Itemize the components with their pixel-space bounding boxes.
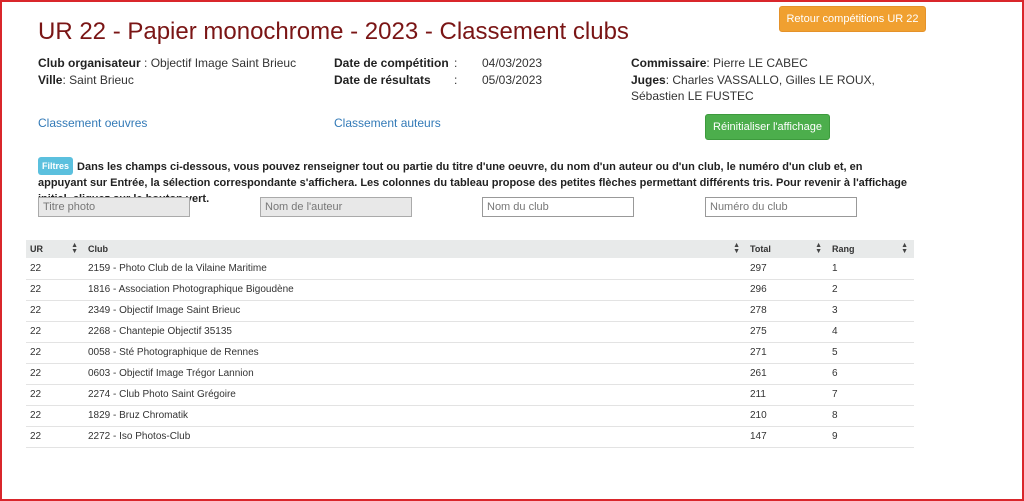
nom-club-input[interactable] [482, 197, 634, 217]
date-res-colon: : [454, 72, 458, 87]
cell-total: 297 [750, 262, 767, 274]
club-label: Club organisateur [38, 56, 141, 70]
table-row: 22 1816 - Association Photographique Bigo… [26, 279, 914, 300]
sort-icon[interactable]: ▲ ▼ [901, 242, 908, 255]
cell-ur: 22 [30, 410, 42, 421]
cell-total: 296 [750, 284, 767, 295]
col-header-total[interactable]: Total ▲ ▼ [746, 240, 828, 258]
col-header-ur[interactable]: UR ▲ ▼ [26, 240, 84, 258]
cell-club: 0603 - Objectif Image Trégor Lannion [88, 368, 254, 379]
cell-club: 1816 - Association Photographique Bigoud… [88, 284, 294, 295]
date-res-label: Date de résultats [334, 72, 431, 87]
cell-rang: 5 [832, 347, 838, 358]
classement-auteurs-link[interactable]: Classement auteurs [334, 116, 441, 130]
dates-values: 04/03/2023 05/03/2023 [482, 55, 542, 88]
cell-ur: 22 [30, 389, 42, 400]
col-header-club[interactable]: Club ▲ ▼ [84, 240, 746, 258]
cell-rang: 3 [832, 305, 838, 316]
cell-club: 2268 - Chantepie Objectif 35135 [88, 326, 232, 337]
cell-total: 147 [750, 431, 767, 442]
cell-rang: 7 [832, 389, 838, 400]
table-row: 22 1829 - Bruz Chromatik 210 8 [26, 405, 914, 426]
juges-label: Juges [631, 72, 666, 87]
table-header-row: UR ▲ ▼ Club ▲ ▼ Total ▲ ▼ Rang ▲ ▼ [26, 240, 914, 258]
cell-club: 2159 - Photo Club de la Vilaine Maritime [88, 262, 267, 274]
cell-ur: 22 [30, 305, 42, 316]
cell-total: 271 [750, 347, 767, 358]
table-row: 22 0603 - Objectif Image Trégor Lannion 26… [26, 363, 914, 384]
titre-photo-input[interactable] [38, 197, 190, 217]
commissaire-label: Commissaire [631, 56, 707, 70]
nom-auteur-input[interactable] [260, 197, 412, 217]
cell-club: 2272 - Iso Photos-Club [88, 431, 191, 442]
table-row: 22 0058 - Sté Photographique de Rennes 271… [26, 342, 914, 363]
cell-total: 211 [750, 389, 766, 400]
numero-club-input[interactable] [705, 197, 857, 217]
page-title: UR 22 - Papier monochrome - 2023 - Class… [38, 18, 629, 45]
date-res-value: 05/03/2023 [482, 72, 543, 87]
col-header-rang[interactable]: Rang ▲ ▼ [828, 240, 914, 258]
date-comp-label: Date de compétition [334, 56, 449, 70]
date-comp-colon: : [454, 56, 458, 70]
table-row: 22 2349 - Objectif Image Saint Brieuc 278 3 [26, 300, 914, 321]
cell-ur: 22 [30, 326, 42, 337]
date-comp-value: 04/03/2023 [482, 56, 543, 70]
table-row: 22 2268 - Chantepie Objectif 35135 275 4 [26, 321, 914, 342]
cell-club: 0058 - Sté Photographique de Rennes [88, 347, 259, 358]
clubs-ranking-table: UR ▲ ▼ Club ▲ ▼ Total ▲ ▼ Rang ▲ ▼ 22 2159 - Phot… [26, 240, 914, 448]
cell-ur: 22 [30, 347, 42, 358]
cell-rang: 6 [832, 368, 838, 379]
cell-rang: 4 [832, 326, 838, 337]
cell-rang: 1 [832, 262, 838, 274]
sort-icon[interactable]: ▲ ▼ [733, 242, 740, 255]
back-competitions-button[interactable]: Retour compétitions UR 22 [779, 6, 926, 32]
cell-total: 210 [750, 410, 767, 421]
club-value: : Objectif Image Saint Brieuc [144, 56, 297, 70]
cell-total: 261 [750, 368, 767, 379]
filters-badge: Filtres [38, 157, 74, 175]
commissaire-value: : Pierre LE CABEC [706, 56, 808, 70]
sort-icon[interactable]: ▲ ▼ [815, 242, 822, 255]
cell-total: 275 [750, 326, 767, 337]
jury-info: Commissaire: Pierre LE CABEC Juges: Char… [631, 55, 911, 105]
cell-rang: 9 [832, 431, 838, 442]
organizer-info: Club organisateur : Objectif Image Saint… [38, 55, 296, 88]
dates-labels: Date de compétition: Date de résultats: [334, 55, 484, 88]
cell-ur: 22 [30, 262, 42, 274]
cell-club: 1829 - Bruz Chromatik [88, 410, 189, 421]
table-row: 22 2159 - Photo Club de la Vilaine Mariti… [26, 258, 914, 279]
juges-value: : Charles VASSALLO, Gilles LE ROUX, [665, 72, 875, 87]
cell-total: 278 [750, 305, 767, 316]
ville-label: Ville [38, 72, 63, 87]
cell-club: 2274 - Club Photo Saint Grégoire [88, 389, 236, 400]
cell-rang: 2 [832, 284, 838, 295]
cell-club: 2349 - Objectif Image Saint Brieuc [88, 305, 241, 316]
sort-icon[interactable]: ▲ ▼ [71, 242, 78, 255]
juges-value-continued: Sébastien LE FUSTEC [631, 89, 754, 103]
ville-value: : Saint Brieuc [62, 72, 134, 87]
cell-rang: 8 [832, 410, 838, 421]
table-row: 22 2274 - Club Photo Saint Grégoire 211 7 [26, 384, 914, 405]
classement-oeuvres-link[interactable]: Classement oeuvres [38, 116, 147, 130]
cell-ur: 22 [30, 431, 42, 442]
table-row: 22 2272 - Iso Photos-Club 147 9 [26, 426, 914, 447]
reset-display-button[interactable]: Réinitialiser l'affichage [705, 114, 830, 140]
cell-ur: 22 [30, 284, 42, 295]
cell-ur: 22 [30, 368, 42, 379]
